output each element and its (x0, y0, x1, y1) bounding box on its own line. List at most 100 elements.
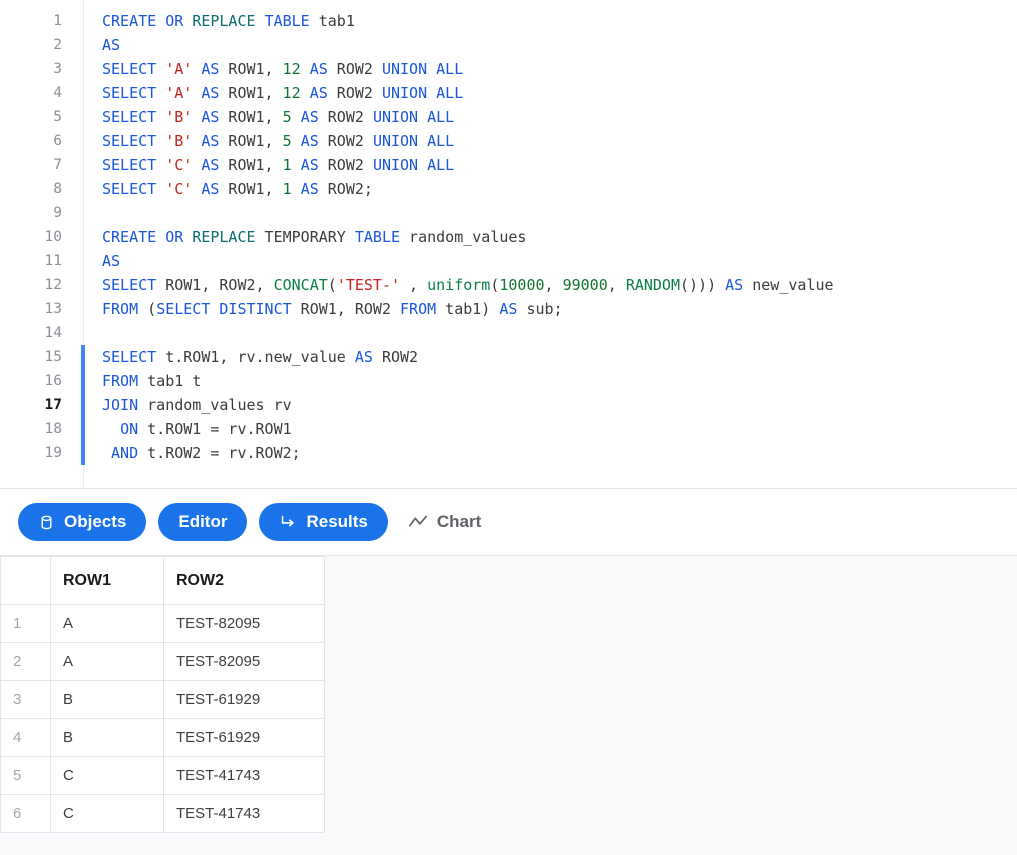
code-token: 'A' (165, 60, 193, 78)
cell-row2[interactable]: TEST-61929 (163, 718, 325, 757)
code-token: ON (120, 420, 139, 438)
code-token: ( (138, 300, 157, 318)
code-lines-container[interactable]: 1 CREATE OR REPLACE TABLE tab1 2 AS 3 SELECT … (0, 9, 1017, 465)
cell-row1[interactable]: B (50, 680, 164, 719)
code-line[interactable]: 13 FROM (SELECT DISTINCT ROW1, ROW2 FROM … (0, 297, 1017, 321)
code-text: SELECT 'B' AS ROW1, 5 AS ROW2 UNION ALL (102, 129, 454, 153)
code-line[interactable]: 15 SELECT t.ROW1, rv.new_value AS ROW2 (0, 345, 1017, 369)
line-number: 19 (44, 445, 62, 461)
code-token: new_value (743, 276, 834, 294)
cell-row1[interactable]: C (50, 794, 164, 833)
line-number: 16 (44, 373, 62, 389)
code-token: REPLACE (192, 228, 256, 246)
code-token: AS (201, 108, 220, 126)
tab-editor[interactable]: Editor (158, 503, 248, 541)
code-token: 12 (282, 60, 301, 78)
sql-editor[interactable]: 1 CREATE OR REPLACE TABLE tab1 2 AS 3 SELECT … (0, 0, 1017, 489)
results-table[interactable]: ROW1 ROW2 1 A TEST-82095 2 A TEST-82095 3 B TEST… (0, 556, 325, 833)
line-number: 3 (53, 61, 62, 77)
cell-row2[interactable]: TEST-82095 (163, 604, 325, 643)
view-tab-bar[interactable]: Objects Editor Results Chart (0, 489, 1017, 556)
tab-results-label: Results (306, 512, 368, 531)
code-token: 'C' (165, 180, 193, 198)
code-line[interactable]: 16 FROM tab1 t (0, 369, 1017, 393)
code-token: UNION (381, 60, 428, 78)
code-token: TABLE (264, 12, 310, 30)
table-row[interactable]: 4 B TEST-61929 (0, 718, 325, 757)
code-token: ROW2 (318, 132, 373, 150)
column-header-row2[interactable]: ROW2 (163, 556, 325, 605)
code-text: SELECT 'C' AS ROW1, 1 AS ROW2; (102, 177, 373, 201)
cell-row1[interactable]: A (50, 604, 164, 643)
column-header-row1[interactable]: ROW1 (50, 556, 164, 605)
code-token: ROW1, (219, 84, 283, 102)
table-row[interactable]: 2 A TEST-82095 (0, 642, 325, 681)
table-row[interactable]: 3 B TEST-61929 (0, 680, 325, 719)
code-text: AND t.ROW2 = rv.ROW2; (102, 441, 301, 465)
code-line[interactable]: 3 SELECT 'A' AS ROW1, 12 AS ROW2 UNION AL… (0, 57, 1017, 81)
code-line[interactable]: 19 AND t.ROW2 = rv.ROW2; (0, 441, 1017, 465)
code-token: ROW1, (219, 108, 283, 126)
code-line[interactable]: 17 JOIN random_values rv (0, 393, 1017, 417)
code-line[interactable]: 11 AS (0, 249, 1017, 273)
code-line[interactable]: 8 SELECT 'C' AS ROW1, 1 AS ROW2; (0, 177, 1017, 201)
code-line[interactable]: 6 SELECT 'B' AS ROW1, 5 AS ROW2 UNION ALL (0, 129, 1017, 153)
cell-row1[interactable]: B (50, 718, 164, 757)
code-token: ROW1, ROW2, (156, 276, 274, 294)
code-token: ALL (427, 156, 455, 174)
code-line[interactable]: 14 (0, 321, 1017, 345)
tab-results[interactable]: Results (259, 503, 388, 541)
code-line[interactable]: 18 ON t.ROW1 = rv.ROW1 (0, 417, 1017, 441)
table-row[interactable]: 6 C TEST-41743 (0, 794, 325, 833)
code-line[interactable]: 10 CREATE OR REPLACE TEMPORARY TABLE rand… (0, 225, 1017, 249)
code-token: ROW2 (318, 108, 373, 126)
cell-row2[interactable]: TEST-41743 (163, 756, 325, 795)
code-token: , (400, 276, 428, 294)
tab-editor-label: Editor (178, 512, 228, 531)
cell-row2[interactable]: TEST-41743 (163, 794, 325, 833)
code-line[interactable]: 2 AS (0, 33, 1017, 57)
tab-chart[interactable]: Chart (400, 503, 489, 541)
code-line[interactable]: 1 CREATE OR REPLACE TABLE tab1 (0, 9, 1017, 33)
row-index: 4 (0, 718, 51, 757)
column-header-index[interactable] (0, 556, 51, 605)
code-token: ROW2 (318, 156, 373, 174)
code-token: t.ROW1 = rv.ROW1 (138, 420, 292, 438)
tab-chart-label: Chart (436, 512, 482, 531)
code-line[interactable]: 9 (0, 201, 1017, 225)
code-text: AS (102, 249, 120, 273)
code-line[interactable]: 4 SELECT 'A' AS ROW1, 12 AS ROW2 UNION AL… (0, 81, 1017, 105)
line-number: 9 (53, 205, 62, 221)
code-token: FROM (102, 300, 139, 318)
table-row[interactable]: 1 A TEST-82095 (0, 604, 325, 643)
cell-row2[interactable]: TEST-82095 (163, 642, 325, 681)
cell-row2[interactable]: TEST-61929 (163, 680, 325, 719)
cell-row1[interactable]: A (50, 642, 164, 681)
cell-row1[interactable]: C (50, 756, 164, 795)
table-row[interactable]: 5 C TEST-41743 (0, 756, 325, 795)
code-token: ROW1, (219, 132, 283, 150)
code-line[interactable]: 7 SELECT 'C' AS ROW1, 1 AS ROW2 UNION ALL (0, 153, 1017, 177)
code-token: SELECT (102, 84, 157, 102)
line-number: 17 (44, 397, 62, 413)
code-line[interactable]: 12 SELECT ROW1, ROW2, CONCAT('TEST-' , un… (0, 273, 1017, 297)
code-text: JOIN random_values rv (102, 393, 292, 417)
code-token: FROM (102, 372, 139, 390)
code-line[interactable]: 5 SELECT 'B' AS ROW1, 5 AS ROW2 UNION ALL (0, 105, 1017, 129)
code-token: ALL (436, 60, 464, 78)
tab-objects[interactable]: Objects (18, 503, 147, 541)
code-text: AS (102, 33, 120, 57)
